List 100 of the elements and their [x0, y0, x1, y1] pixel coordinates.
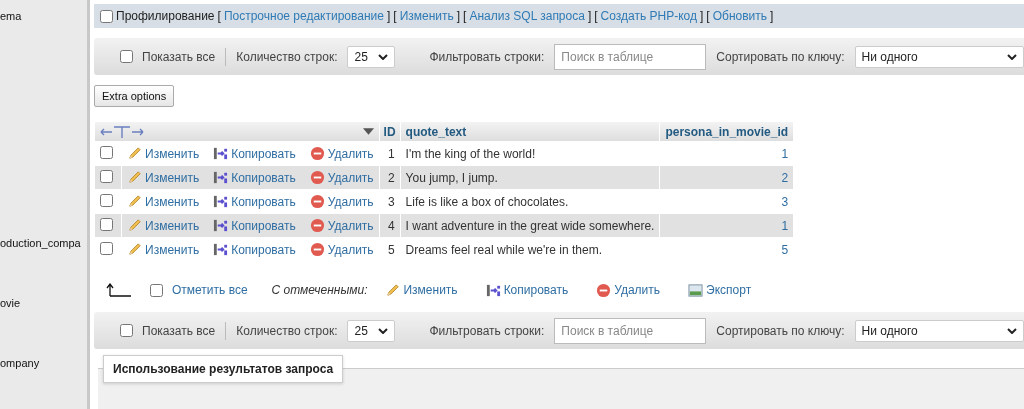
table-cell-text: 1: [386, 145, 396, 163]
show-all-label: Показать все: [142, 323, 216, 338]
copy-icon: [213, 242, 229, 257]
delete-row-link[interactable]: Удалить: [309, 194, 374, 209]
chevron-icon: [1007, 53, 1017, 60]
bracket-text: ]: [770, 9, 774, 23]
copy-row-link[interactable]: Копировать: [213, 194, 296, 209]
table-cell: 1: [660, 214, 794, 237]
chevron-icon: [378, 53, 389, 60]
copy-icon: [213, 218, 229, 233]
table-cell: You jump, I jump.: [400, 166, 660, 189]
sidebar-item[interactable]: ompany: [0, 357, 40, 369]
copy-icon: [213, 170, 229, 185]
action-link[interactable]: Создать PHP-код: [600, 9, 697, 23]
rows-count-label: Количество строк:: [236, 49, 338, 64]
delete-icon: [309, 146, 325, 161]
table-search-field[interactable]: Поиск в таблице: [554, 43, 707, 70]
table-cell-text: 1: [780, 145, 790, 163]
delete-icon: [309, 194, 325, 209]
bracket-text: [: [706, 9, 710, 23]
delete-row-link[interactable]: Удалить: [309, 218, 374, 233]
row-checkbox[interactable]: [100, 145, 113, 159]
table-search-field[interactable]: Поиск в таблице: [554, 317, 707, 344]
sidebar-item[interactable]: oduction_compa: [0, 237, 81, 249]
copy-selected-link[interactable]: Копировать: [485, 282, 569, 298]
delete-icon: [309, 242, 325, 257]
copy-icon: [485, 282, 501, 298]
copy-icon: [213, 146, 229, 161]
copy-row-link[interactable]: Копировать: [213, 242, 296, 257]
bracket-text: ]: [587, 9, 592, 23]
action-link[interactable]: Изменить: [399, 9, 454, 23]
table-cell-text: I'm the king of the world!: [404, 145, 537, 163]
sort-key-select[interactable]: Ни одного: [854, 45, 1024, 68]
table-cell-text: 3: [780, 193, 790, 211]
copy-row-link[interactable]: Копировать: [213, 218, 296, 233]
extra-options-button[interactable]: Extra options: [94, 85, 175, 107]
show-all-label: Показать все: [142, 49, 216, 64]
sort-caret-icon[interactable]: [362, 128, 374, 135]
pencil-icon: [127, 146, 142, 161]
with-selected-label: С отмеченными:: [271, 283, 368, 297]
row-checkbox[interactable]: [100, 193, 113, 207]
copy-row-link[interactable]: Копировать: [213, 170, 296, 185]
action-link[interactable]: Анализ SQL запроса: [469, 9, 585, 23]
query-results-legend: Использование результатов запроса: [103, 355, 344, 383]
table-cell-text: 5: [780, 241, 790, 259]
pencil-icon: [385, 282, 401, 298]
select-arrow-icon: [106, 283, 132, 297]
edit-row-link[interactable]: Изменить: [127, 218, 200, 233]
show-all-checkbox[interactable]: [120, 324, 133, 337]
delete-selected-link[interactable]: Удалить: [596, 282, 661, 298]
rows-count-select[interactable]: 25: [347, 319, 396, 342]
copy-row-link[interactable]: Копировать: [213, 146, 296, 161]
column-header[interactable]: ID: [379, 122, 400, 141]
bracket-text: ]: [456, 9, 461, 23]
pencil-icon: [127, 170, 142, 185]
delete-row-link[interactable]: Удалить: [309, 242, 374, 257]
table-cell: I want adventure in the great wide somewhere.: [400, 214, 660, 237]
filter-rows-label: Фильтровать строки:: [429, 323, 545, 338]
bracket-text: ]: [700, 9, 704, 23]
edit-row-link[interactable]: Изменить: [127, 242, 200, 257]
edit-row-link[interactable]: Изменить: [127, 194, 200, 209]
sidebar-item[interactable]: ema: [0, 10, 22, 22]
table-cell: 2: [379, 166, 400, 189]
delete-icon: [596, 282, 612, 298]
delete-icon: [309, 170, 325, 185]
sort-key-select[interactable]: Ни одного: [854, 319, 1024, 342]
rows-count-select[interactable]: 25: [347, 45, 396, 68]
row-checkbox[interactable]: [100, 169, 113, 183]
action-link[interactable]: Обновить: [712, 9, 768, 23]
filter-rows-label: Фильтровать строки:: [429, 49, 545, 64]
column-header[interactable]: quote_text: [400, 122, 660, 141]
row-checkbox[interactable]: [100, 217, 113, 231]
delete-row-link[interactable]: Удалить: [309, 170, 374, 185]
delete-row-link[interactable]: Удалить: [309, 146, 374, 161]
export-selected-link[interactable]: Экспорт: [688, 282, 752, 298]
show-all-checkbox[interactable]: [120, 50, 133, 63]
edit-selected-link[interactable]: Изменить: [385, 282, 458, 298]
table-cell-text: 5: [386, 241, 396, 259]
edit-row-link[interactable]: Изменить: [127, 170, 200, 185]
action-link[interactable]: Построчное редактирование: [223, 9, 384, 23]
copy-icon: [213, 194, 229, 209]
bracket-text: [: [393, 9, 397, 23]
profiling-checkbox[interactable]: [100, 9, 113, 23]
pencil-icon: [127, 194, 142, 209]
profiling-label: Профилирование: [116, 9, 215, 23]
table-cell: 4: [379, 214, 400, 237]
export-icon: [688, 282, 704, 298]
column-header[interactable]: persona_in_movie_id: [660, 122, 794, 141]
table-cell-text: 3: [386, 193, 396, 211]
rows-count-label: Количество строк:: [236, 323, 338, 338]
column-arrows-icon[interactable]: [100, 124, 144, 139]
sidebar-item[interactable]: ovie: [0, 297, 21, 309]
sort-by-key-label: Сортировать по ключу:: [716, 323, 845, 338]
check-all-label[interactable]: Отметить все: [172, 283, 248, 297]
table-cell-text: Dreams feel real while we're in them.: [404, 241, 603, 259]
chevron-icon: [378, 327, 389, 334]
row-checkbox[interactable]: [100, 241, 113, 255]
sort-by-key-label: Сортировать по ключу:: [716, 49, 845, 64]
edit-row-link[interactable]: Изменить: [127, 146, 200, 161]
check-all-checkbox[interactable]: [150, 283, 163, 297]
